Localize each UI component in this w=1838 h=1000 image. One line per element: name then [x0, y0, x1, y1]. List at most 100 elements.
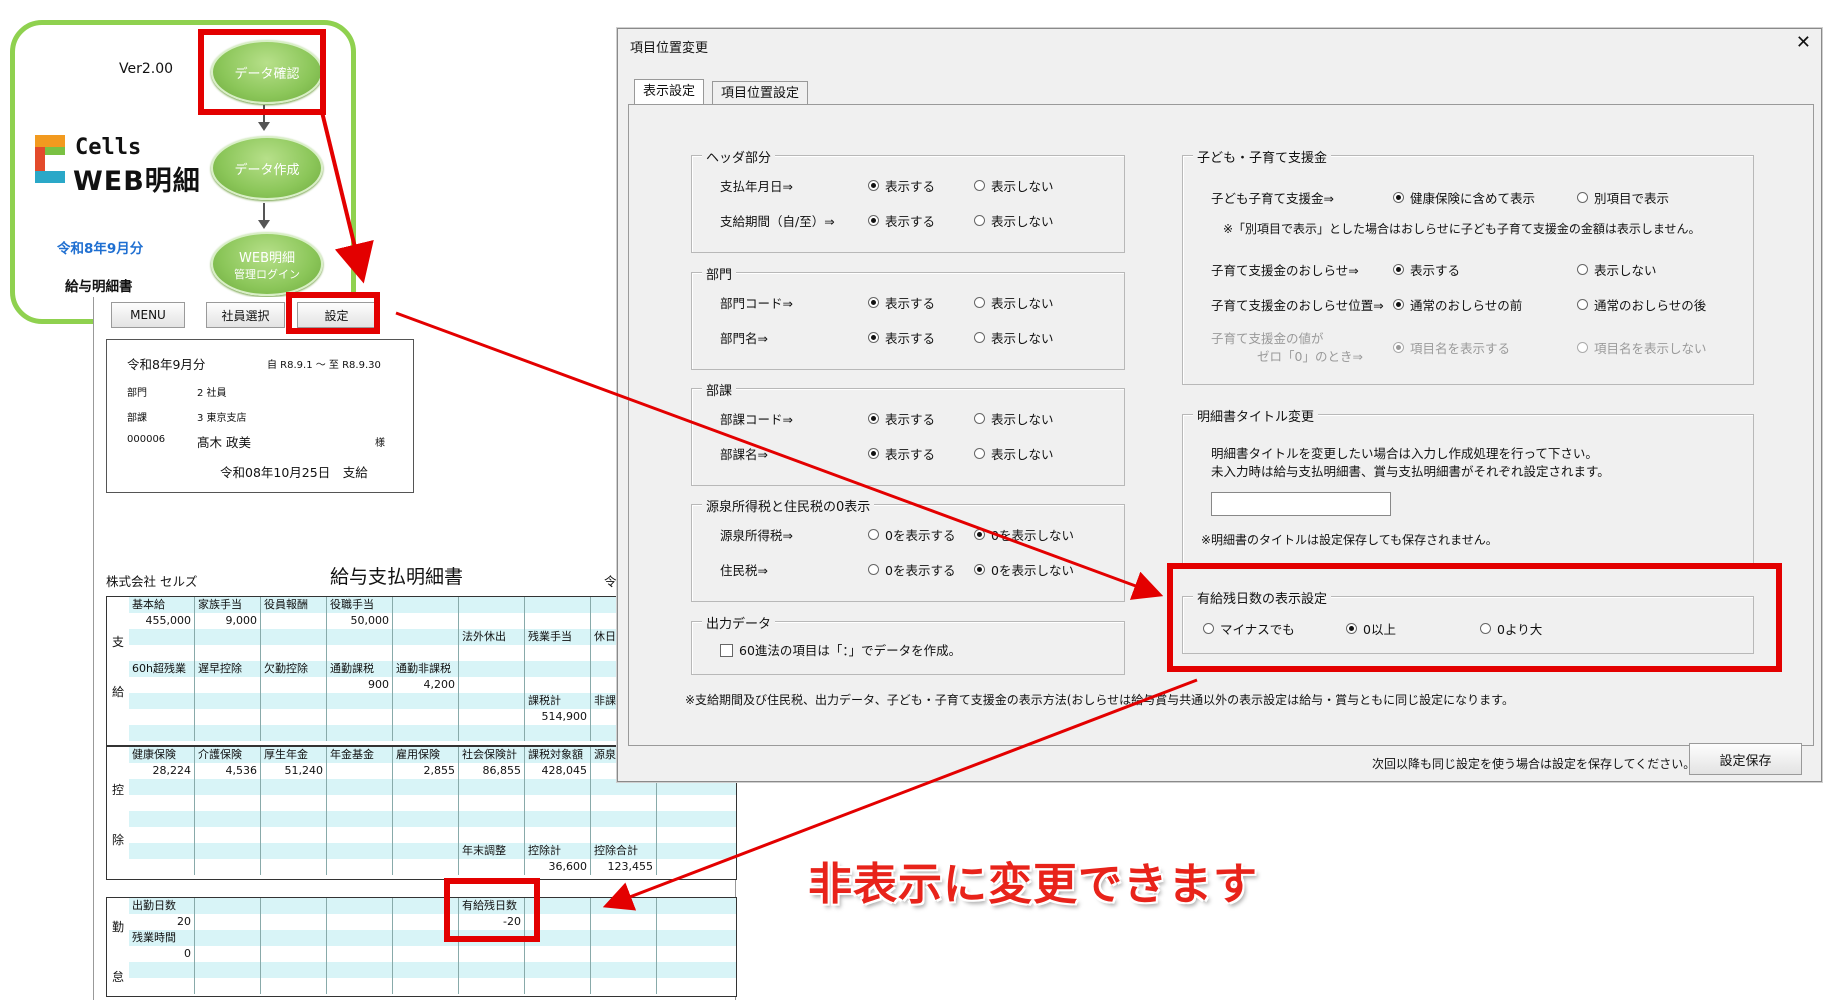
child-support-separate-radio[interactable]: 別項目で表示: [1577, 188, 1669, 207]
grid-cell: 出勤日数: [129, 898, 195, 914]
radio-dot-icon: [1393, 264, 1404, 275]
support-notice-label: 子育て支援金のおしらせ⇒: [1211, 263, 1359, 278]
grid-cell: [327, 795, 393, 811]
save-settings-button[interactable]: 設定保存: [1689, 743, 1802, 775]
grid-cell: 課税計: [525, 693, 591, 709]
grid-cell: [261, 795, 327, 811]
grid-cell: [195, 946, 261, 962]
section-name-show-radio[interactable]: 表示する: [868, 444, 935, 463]
attendance-side-label: 怠: [111, 970, 124, 984]
pay-date-show-radio[interactable]: 表示する: [868, 176, 935, 195]
radio-dot-icon: [974, 180, 985, 191]
zero-hide-item-radio[interactable]: 項目名を表示しない: [1577, 338, 1707, 357]
grid-cell: 残業手当: [525, 629, 591, 645]
sexagesimal-checkbox[interactable]: 60進法の項目は「：」でデータを作成。: [720, 640, 961, 659]
support-notice-hide-radio[interactable]: 表示しない: [1577, 260, 1657, 279]
deduction-empty-row: [129, 811, 736, 827]
radio-dot-icon: [868, 297, 879, 308]
attendance-header-row-1: 出勤日数 有給残日数: [129, 898, 736, 914]
pay-period-show-radio[interactable]: 表示する: [868, 211, 935, 230]
period-range: 自 R8.9.1 ～ 至 R8.9.30: [267, 360, 381, 371]
dept-code-show-radio[interactable]: 表示する: [868, 293, 935, 312]
grid-cell: [195, 725, 261, 741]
deduction-header-row-4: 年末調整 控除計 控除合計: [129, 843, 736, 859]
pay-period-hide-radio[interactable]: 表示しない: [974, 211, 1054, 230]
tab-display-settings[interactable]: 表示設定: [634, 79, 705, 104]
grid-cell: [195, 645, 261, 661]
pay-date-label: 支払年月日⇒: [720, 179, 793, 194]
attendance-value-row-1: 20 -20: [129, 914, 736, 930]
grid-cell: 514,900: [525, 709, 591, 725]
grid-cell: [261, 811, 327, 827]
title-input[interactable]: [1211, 492, 1391, 516]
grid-cell: [459, 709, 525, 725]
dept-name-hide-radio[interactable]: 表示しない: [974, 328, 1054, 347]
grid-cell: [393, 709, 459, 725]
child-support-in-health-radio[interactable]: 健康保険に含めて表示: [1393, 188, 1535, 207]
section-value: 3 東京支店: [197, 413, 247, 424]
radio-dot-icon: [868, 215, 879, 226]
title-change-fieldset: 明細書タイトル変更 明細書タイトルを変更したい場合は入力し作成処理を行って下さい…: [1182, 406, 1754, 566]
web-admin-login-button[interactable]: WEB明細 管理ログイン: [211, 232, 323, 296]
section-code-hide-radio[interactable]: 表示しない: [974, 409, 1054, 428]
grid-cell: [591, 962, 657, 978]
grid-cell: [261, 946, 327, 962]
grid-cell: 60h超残業: [129, 661, 195, 677]
grid-cell: [459, 779, 525, 795]
withholding-hide-zero-radio[interactable]: 0を表示しない: [974, 525, 1074, 544]
resident-hide-zero-radio[interactable]: 0を表示しない: [974, 560, 1074, 579]
radio-dot-icon: [868, 180, 879, 191]
grid-cell: [525, 677, 591, 693]
grid-cell: [591, 914, 657, 930]
grid-cell: [393, 629, 459, 645]
attendance-header-row-2: 残業時間: [129, 930, 736, 946]
grid-cell: [591, 827, 657, 843]
resident-show-zero-radio[interactable]: 0を表示する: [868, 560, 955, 579]
pay-date-hide-radio[interactable]: 表示しない: [974, 176, 1054, 195]
radio-dot-icon: [1393, 192, 1404, 203]
header-fieldset: ヘッダ部分 支払年月日⇒ 表示する 表示しない 支給期間（自/至）⇒ 表示する …: [691, 147, 1125, 253]
grid-cell: 50,000: [327, 613, 393, 629]
close-icon[interactable]: ✕: [1796, 32, 1811, 53]
radio-dot-icon: [974, 297, 985, 308]
zero-show-item-radio[interactable]: 項目名を表示する: [1393, 338, 1510, 357]
child-support-label: 子ども子育て支援金⇒: [1211, 191, 1334, 206]
tab-item-position[interactable]: 項目位置設定: [712, 81, 809, 104]
menu-button[interactable]: MENU: [111, 302, 185, 328]
radio-dot-icon: [868, 564, 879, 575]
grid-cell: [327, 914, 393, 930]
grid-cell: [261, 930, 327, 946]
notice-before-radio[interactable]: 通常のおしらせの前: [1393, 295, 1522, 314]
grid-cell: [591, 978, 657, 994]
grid-cell: [393, 811, 459, 827]
dept-value: 2 社員: [197, 388, 227, 399]
grid-cell: [393, 978, 459, 994]
section-code-show-radio[interactable]: 表示する: [868, 409, 935, 428]
dept-name-show-radio[interactable]: 表示する: [868, 328, 935, 347]
grid-cell: [327, 843, 393, 859]
deduction-side-label: 控: [111, 783, 124, 797]
dept-code-hide-radio[interactable]: 表示しない: [974, 293, 1054, 312]
grid-cell: [129, 725, 195, 741]
support-notice-show-radio[interactable]: 表示する: [1393, 260, 1460, 279]
grid-cell: [591, 811, 657, 827]
employee-select-button[interactable]: 社員選択: [206, 302, 285, 328]
grid-cell: [129, 693, 195, 709]
grid-cell: [591, 930, 657, 946]
grid-cell: 36,600: [525, 859, 591, 875]
section-name-hide-radio[interactable]: 表示しない: [974, 444, 1054, 463]
grid-cell: [393, 725, 459, 741]
title-change-desc-1: 明細書タイトルを変更したい場合は入力し作成処理を行って下さい。: [1211, 446, 1598, 461]
radio-dot-icon: [1577, 192, 1588, 203]
dialog-title: 項目位置変更: [630, 41, 709, 56]
period-label: 令和8年9月分: [127, 357, 206, 372]
data-create-button[interactable]: データ作成: [211, 136, 323, 200]
company-name: 株式会社 セルズ: [106, 574, 198, 589]
notice-after-radio[interactable]: 通常のおしらせの後: [1577, 295, 1706, 314]
pay-side-label: 支: [111, 635, 124, 649]
withholding-show-zero-radio[interactable]: 0を表示する: [868, 525, 955, 544]
grid-cell: [327, 709, 393, 725]
grid-cell: [261, 709, 327, 725]
section-fieldset: 部課 部課コード⇒ 表示する 表示しない 部課名⇒ 表示する 表示しない: [691, 380, 1125, 486]
grid-cell: [591, 946, 657, 962]
